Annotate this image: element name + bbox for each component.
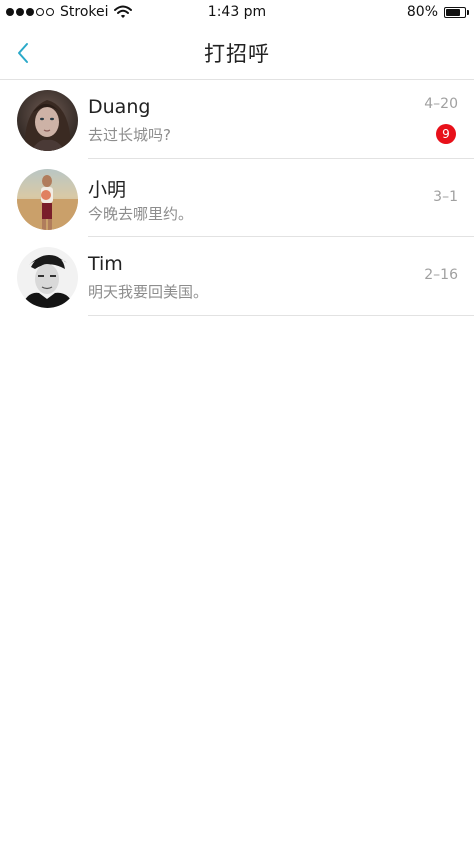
- avatar-man-bw-image: [17, 247, 78, 308]
- nav-bar: 打招呼: [0, 26, 474, 80]
- list-item[interactable]: Tim 明天我要回美国。 2–16: [0, 237, 474, 316]
- message-preview: 去过长城吗?: [88, 126, 171, 144]
- avatar: [17, 168, 78, 230]
- status-time: 1:43 pm: [207, 4, 267, 20]
- avatar-beach-man-image: [17, 168, 78, 230]
- message-preview: 今晚去哪里约。: [88, 204, 194, 223]
- list-item[interactable]: 小明 今晚去哪里约。 3–1: [0, 159, 474, 237]
- message-date: 2–16: [424, 267, 458, 283]
- message-date: 4–20: [424, 96, 458, 112]
- contact-name: 小明: [88, 178, 127, 201]
- status-bar: Strokei 1:43 pm 80%: [0, 0, 474, 26]
- battery-fill: [446, 8, 461, 16]
- message-date: 3–1: [433, 188, 458, 205]
- conversation-list: Duang 去过长城吗? 4–20 9 小明 今晚去哪里约。 3–1 Tim 明…: [0, 80, 474, 316]
- contact-name: Tim: [88, 253, 123, 275]
- status-right: 80%: [406, 4, 469, 20]
- message-preview: 明天我要回美国。: [88, 283, 209, 301]
- avatar-woman-image: [17, 90, 78, 151]
- contact-name: Duang: [88, 96, 151, 118]
- list-item[interactable]: Duang 去过长城吗? 4–20 9: [0, 80, 474, 159]
- battery-icon: [444, 6, 469, 18]
- avatar: [17, 90, 78, 151]
- battery-percent: 80%: [406, 4, 438, 20]
- page-title: 打招呼: [204, 42, 270, 66]
- divider: [88, 314, 474, 316]
- avatar: [17, 247, 78, 308]
- unread-badge: 9: [436, 124, 456, 144]
